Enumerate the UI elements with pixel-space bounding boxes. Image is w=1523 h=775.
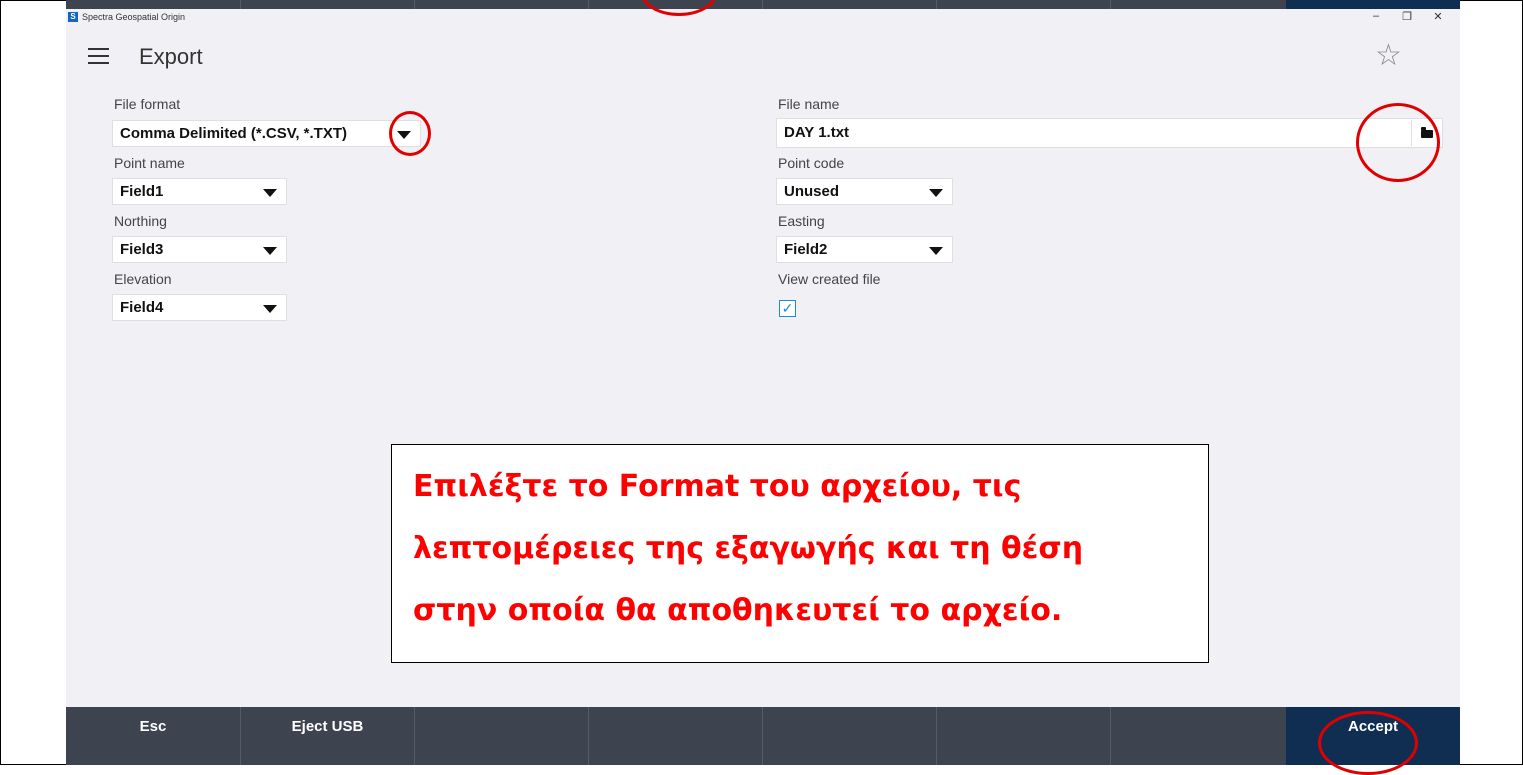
eject-usb-button[interactable]: Eject USB — [240, 707, 414, 765]
chevron-down-icon[interactable] — [929, 189, 943, 197]
instruction-line: Επιλέξτε το Format του αρχείου, τις — [413, 469, 1022, 504]
minimize-icon[interactable]: – — [1369, 10, 1383, 22]
empty-toolbar-slot — [1110, 707, 1286, 765]
instruction-line: λεπτομέρειες της εξαγωγής και τη θέση — [413, 531, 1084, 566]
instruction-box: Επιλέξτε το Format του αρχείου, τις λεπτ… — [391, 444, 1209, 663]
top-toolbar-segment — [1110, 0, 1287, 9]
file-name-input[interactable]: DAY 1.txt — [776, 118, 1443, 148]
top-toolbar-segment — [414, 0, 589, 9]
point-name-dropdown[interactable]: Field1 — [112, 178, 287, 205]
point-code-dropdown[interactable]: Unused — [776, 178, 953, 205]
folder-icon — [1421, 127, 1433, 138]
top-toolbar-accent-segment — [1286, 0, 1460, 9]
bottom-toolbar: Esc Eject USB Accept — [66, 707, 1460, 765]
view-created-file-checkbox[interactable]: ✓ — [779, 300, 796, 317]
empty-toolbar-slot — [588, 707, 762, 765]
northing-dropdown[interactable]: Field3 — [112, 236, 287, 263]
browse-button[interactable] — [1411, 120, 1441, 146]
instruction-line: στην οποία θα αποθηκευτεί το αρχείο. — [413, 593, 1063, 628]
view-created-file-label: View created file — [778, 271, 881, 287]
chevron-down-icon[interactable] — [263, 305, 277, 313]
point-name-value: Field1 — [120, 183, 164, 200]
star-icon[interactable]: ☆ — [1375, 41, 1402, 71]
top-toolbar-segment — [240, 0, 415, 9]
top-toolbar-segment — [588, 0, 763, 9]
file-format-label: File format — [114, 96, 181, 112]
northing-label: Northing — [114, 213, 167, 229]
file-name-label: File name — [778, 96, 840, 112]
accept-button[interactable]: Accept — [1286, 707, 1460, 765]
page-title: Export — [139, 44, 203, 69]
northing-value: Field3 — [120, 241, 164, 258]
elevation-value: Field4 — [120, 299, 164, 316]
top-toolbar-segment — [936, 0, 1111, 9]
close-icon[interactable]: ✕ — [1431, 10, 1445, 23]
easting-value: Field2 — [784, 241, 828, 258]
empty-toolbar-slot — [936, 707, 1110, 765]
top-toolbar-segment — [762, 0, 937, 9]
restore-icon[interactable]: ❐ — [1400, 10, 1414, 23]
chevron-down-icon[interactable] — [263, 189, 277, 197]
elevation-label: Elevation — [114, 271, 172, 287]
chevron-down-icon[interactable] — [929, 247, 943, 255]
file-name-value: DAY 1.txt — [784, 124, 850, 141]
point-code-value: Unused — [784, 183, 840, 200]
easting-dropdown[interactable]: Field2 — [776, 236, 953, 263]
point-code-label: Point code — [778, 155, 845, 171]
chevron-down-icon[interactable] — [397, 131, 411, 139]
app-logo-icon: S — [68, 12, 78, 22]
window-title: Spectra Geospatial Origin — [82, 12, 186, 22]
file-format-value: Comma Delimited (*.CSV, *.TXT) — [120, 125, 347, 142]
esc-button[interactable]: Esc — [66, 707, 240, 765]
top-toolbar-strip — [66, 0, 1460, 9]
elevation-dropdown[interactable]: Field4 — [112, 294, 287, 321]
title-bar: S Spectra Geospatial Origin – ❐ ✕ — [66, 9, 1460, 28]
easting-label: Easting — [778, 213, 825, 229]
empty-toolbar-slot — [414, 707, 588, 765]
chevron-down-icon[interactable] — [263, 247, 277, 255]
empty-toolbar-slot — [762, 707, 936, 765]
file-format-dropdown[interactable]: Comma Delimited (*.CSV, *.TXT) — [112, 120, 421, 147]
point-name-label: Point name — [114, 155, 185, 171]
hamburger-icon[interactable] — [88, 48, 109, 65]
